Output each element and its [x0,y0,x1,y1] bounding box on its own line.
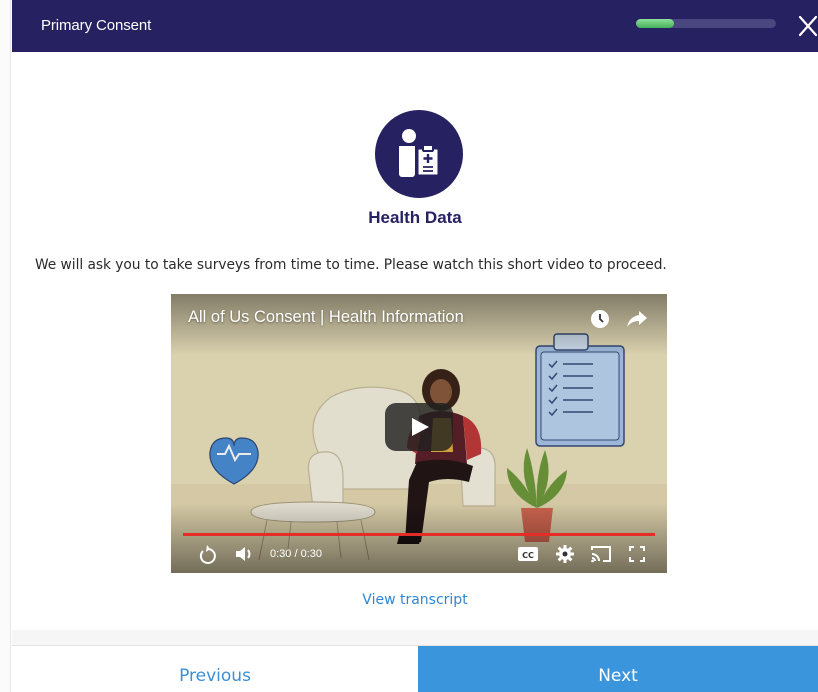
video-player[interactable]: All of Us Consent | Health Information 0… [171,294,667,573]
volume-icon [236,547,251,561]
fullscreen-button[interactable] [627,544,647,564]
watch-later-icon [591,310,609,328]
cast-button[interactable] [589,544,613,564]
captions-button[interactable]: CC [517,545,539,563]
replay-button[interactable] [197,543,219,565]
share-icon [627,311,647,327]
settings-button[interactable] [555,544,575,564]
replay-icon [199,545,216,564]
video-title: All of Us Consent | Health Information [188,308,464,326]
play-button[interactable] [385,403,453,451]
svg-text:CC: CC [522,551,534,560]
play-icon [412,418,429,436]
settings-icon [556,545,574,563]
content-divider [12,630,818,645]
captions-icon: CC [518,547,538,561]
page-edge [0,0,11,692]
fullscreen-icon [629,546,645,562]
topic-title: Health Data [368,208,462,227]
consent-header: Primary Consent [12,0,818,52]
header-title: Primary Consent [41,17,152,34]
intro-text: We will ask you to take surveys from tim… [35,257,667,273]
progress-bar [636,19,776,28]
previous-button[interactable]: Previous [12,646,418,692]
watch-later-button[interactable] [589,308,611,330]
progress-bar-fill [636,19,674,28]
close-button[interactable] [796,13,818,39]
share-button[interactable] [625,308,649,330]
view-transcript-link[interactable]: View transcript [12,592,818,608]
video-time: 0:30 / 0:30 [270,548,322,560]
next-button[interactable]: Next [418,646,818,692]
navigation-footer: Previous Next [12,645,818,692]
close-icon [798,15,818,37]
volume-button[interactable] [233,544,257,564]
cast-icon [591,546,611,563]
health-data-icon [375,110,463,198]
